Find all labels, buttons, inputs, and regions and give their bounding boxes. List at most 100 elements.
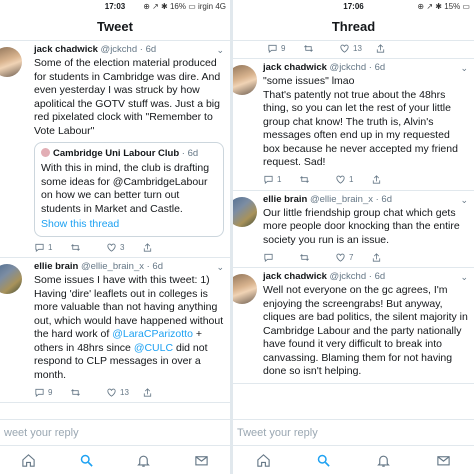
status-indicators: ⊕ ↗ ✱ 16% ▭ irgin 4G <box>143 2 226 11</box>
share-icon <box>371 174 382 185</box>
page-title: Thread <box>331 19 376 34</box>
chevron-down-icon[interactable]: ⌄ <box>216 44 224 56</box>
retweet-button[interactable] <box>299 251 335 263</box>
retweet-icon <box>299 252 310 263</box>
reply-button[interactable]: 9 <box>34 386 70 398</box>
chevron-down-icon[interactable]: ⌄ <box>216 261 224 273</box>
retweet-button[interactable] <box>303 42 339 54</box>
chevron-down-icon[interactable]: ⌄ <box>460 271 468 283</box>
tweet-list: jack chadwick @jckchd · 6d ⌄ Some of the… <box>0 41 230 418</box>
tweet[interactable]: jack chadwick @jckchd · 6d ⌄ Well not ev… <box>233 268 474 384</box>
home-icon[interactable] <box>256 453 271 468</box>
previous-tweet-actions: 9 13 <box>233 42 474 59</box>
share-icon <box>142 242 153 253</box>
messages-icon[interactable] <box>436 453 451 468</box>
reply-bar[interactable]: Tweet your reply <box>233 419 474 446</box>
reply-count: 9 <box>48 387 53 397</box>
reply-button[interactable]: 1 <box>263 174 299 186</box>
share-button[interactable] <box>371 174 407 186</box>
reply-bar[interactable]: weet your reply <box>0 419 230 446</box>
tweet[interactable]: jack chadwick @jckchd · 6d ⌄ "some issue… <box>233 59 474 191</box>
retweet-icon <box>303 43 314 54</box>
reply-icon <box>263 174 274 185</box>
tweet-actions: 1 1 <box>263 174 468 186</box>
avatar[interactable] <box>233 274 257 304</box>
author-name[interactable]: ellie brain <box>34 261 78 272</box>
author-name[interactable]: jack chadwick <box>34 44 98 55</box>
retweet-button[interactable] <box>299 174 335 186</box>
page-title: Tweet <box>97 19 133 34</box>
reply-icon <box>34 242 45 253</box>
author-handle: @ellie_brain_x <box>81 261 144 272</box>
reply-icon <box>263 252 274 263</box>
messages-icon[interactable] <box>194 453 209 468</box>
quoted-tweet-text: With this in mind, the club is drafting … <box>41 162 210 215</box>
avatar[interactable] <box>0 47 22 77</box>
like-icon <box>106 387 117 398</box>
share-button[interactable] <box>371 251 407 263</box>
quoted-author-name: Cambridge Uni Labour Club <box>53 148 180 159</box>
like-button[interactable]: 7 <box>335 251 371 263</box>
avatar[interactable] <box>0 264 22 294</box>
tweet-text: Some of the election material produced f… <box>34 57 221 137</box>
like-count: 13 <box>353 43 362 53</box>
search-icon[interactable] <box>316 453 331 468</box>
reply-count: 1 <box>277 175 282 184</box>
share-button[interactable] <box>142 386 178 398</box>
like-count: 3 <box>120 242 125 252</box>
notifications-icon[interactable] <box>136 453 151 468</box>
like-button[interactable]: 3 <box>106 241 142 253</box>
reply-count: 1 <box>48 242 53 252</box>
reply-input[interactable]: weet your reply <box>0 420 230 446</box>
tweet-actions: 1 3 <box>34 241 224 253</box>
chevron-down-icon[interactable]: ⌄ <box>460 62 468 74</box>
tweet-actions: 7 <box>263 251 468 263</box>
like-button[interactable]: 1 <box>335 174 371 186</box>
tweet-screen: 17:03 ⊕ ↗ ✱ 16% ▭ irgin 4G Tweet jack ch… <box>0 0 230 474</box>
tweet-text: Some issues I have with this tweet: 1) H… <box>34 274 224 382</box>
retweet-icon <box>299 174 310 185</box>
tweet-header: jack chadwick @jckchd · 6d ⌄ <box>263 271 468 283</box>
reply-button[interactable]: 1 <box>34 241 70 253</box>
avatar[interactable] <box>233 65 257 95</box>
chevron-down-icon[interactable]: ⌄ <box>460 194 468 206</box>
author-handle: @ellie_brain_x <box>310 193 373 205</box>
reply-button[interactable]: 9 <box>267 42 303 54</box>
notifications-icon[interactable] <box>376 453 391 468</box>
author-handle: @jckchd <box>329 271 367 282</box>
share-button[interactable] <box>375 42 411 54</box>
status-bar: 17:06 ⊕ ↗ ✱ 15% ▭ <box>233 0 474 14</box>
tweet-time: · 6d <box>368 62 386 73</box>
tweet[interactable]: ellie brain @ellie_brain_x · 6d ⌄ Some i… <box>0 258 230 403</box>
retweet-icon <box>70 387 81 398</box>
tweet-actions: 9 13 <box>267 42 468 54</box>
tweet[interactable]: jack chadwick @jckchd · 6d ⌄ Some of the… <box>0 41 230 258</box>
retweet-button[interactable] <box>70 241 106 253</box>
like-count: 13 <box>120 387 129 397</box>
quoted-tweet-header: Cambridge Uni Labour Club · 6d <box>41 148 217 160</box>
like-count: 1 <box>349 175 354 184</box>
search-icon[interactable] <box>79 453 94 468</box>
show-thread-link[interactable]: Show this thread <box>41 218 217 231</box>
reply-input[interactable]: Tweet your reply <box>233 420 474 446</box>
like-button[interactable]: 13 <box>339 42 375 54</box>
avatar[interactable] <box>233 196 257 227</box>
like-button[interactable]: 13 <box>106 386 142 398</box>
tweet-header: ellie brain @ellie_brain_x · 6d ⌄ <box>34 261 224 273</box>
reply-button[interactable] <box>263 251 299 263</box>
retweet-button[interactable] <box>70 386 106 398</box>
quoted-tweet[interactable]: Cambridge Uni Labour Club · 6d With this… <box>34 142 224 237</box>
author-name[interactable]: ellie brain <box>263 194 307 205</box>
author-name[interactable]: jack chadwick <box>263 271 327 282</box>
like-count: 7 <box>349 252 354 262</box>
mention-link[interactable]: @CULC <box>134 342 173 354</box>
home-icon[interactable] <box>21 453 36 468</box>
author-name[interactable]: jack chadwick <box>263 62 327 73</box>
tweet[interactable]: ellie brain @ellie_brain_x · 6d ⌄ Our li… <box>233 191 474 268</box>
share-button[interactable] <box>142 241 178 253</box>
tweet-header: jack chadwick @jckchd · 6d ⌄ <box>34 44 224 56</box>
reply-icon <box>34 387 45 398</box>
nav-bar: Tweet <box>0 14 230 41</box>
mention-link[interactable]: @LaraCParizotto <box>112 328 193 340</box>
thread-screen: 17:06 ⊕ ↗ ✱ 15% ▭ Thread 9 13 jack chadw… <box>233 0 474 474</box>
